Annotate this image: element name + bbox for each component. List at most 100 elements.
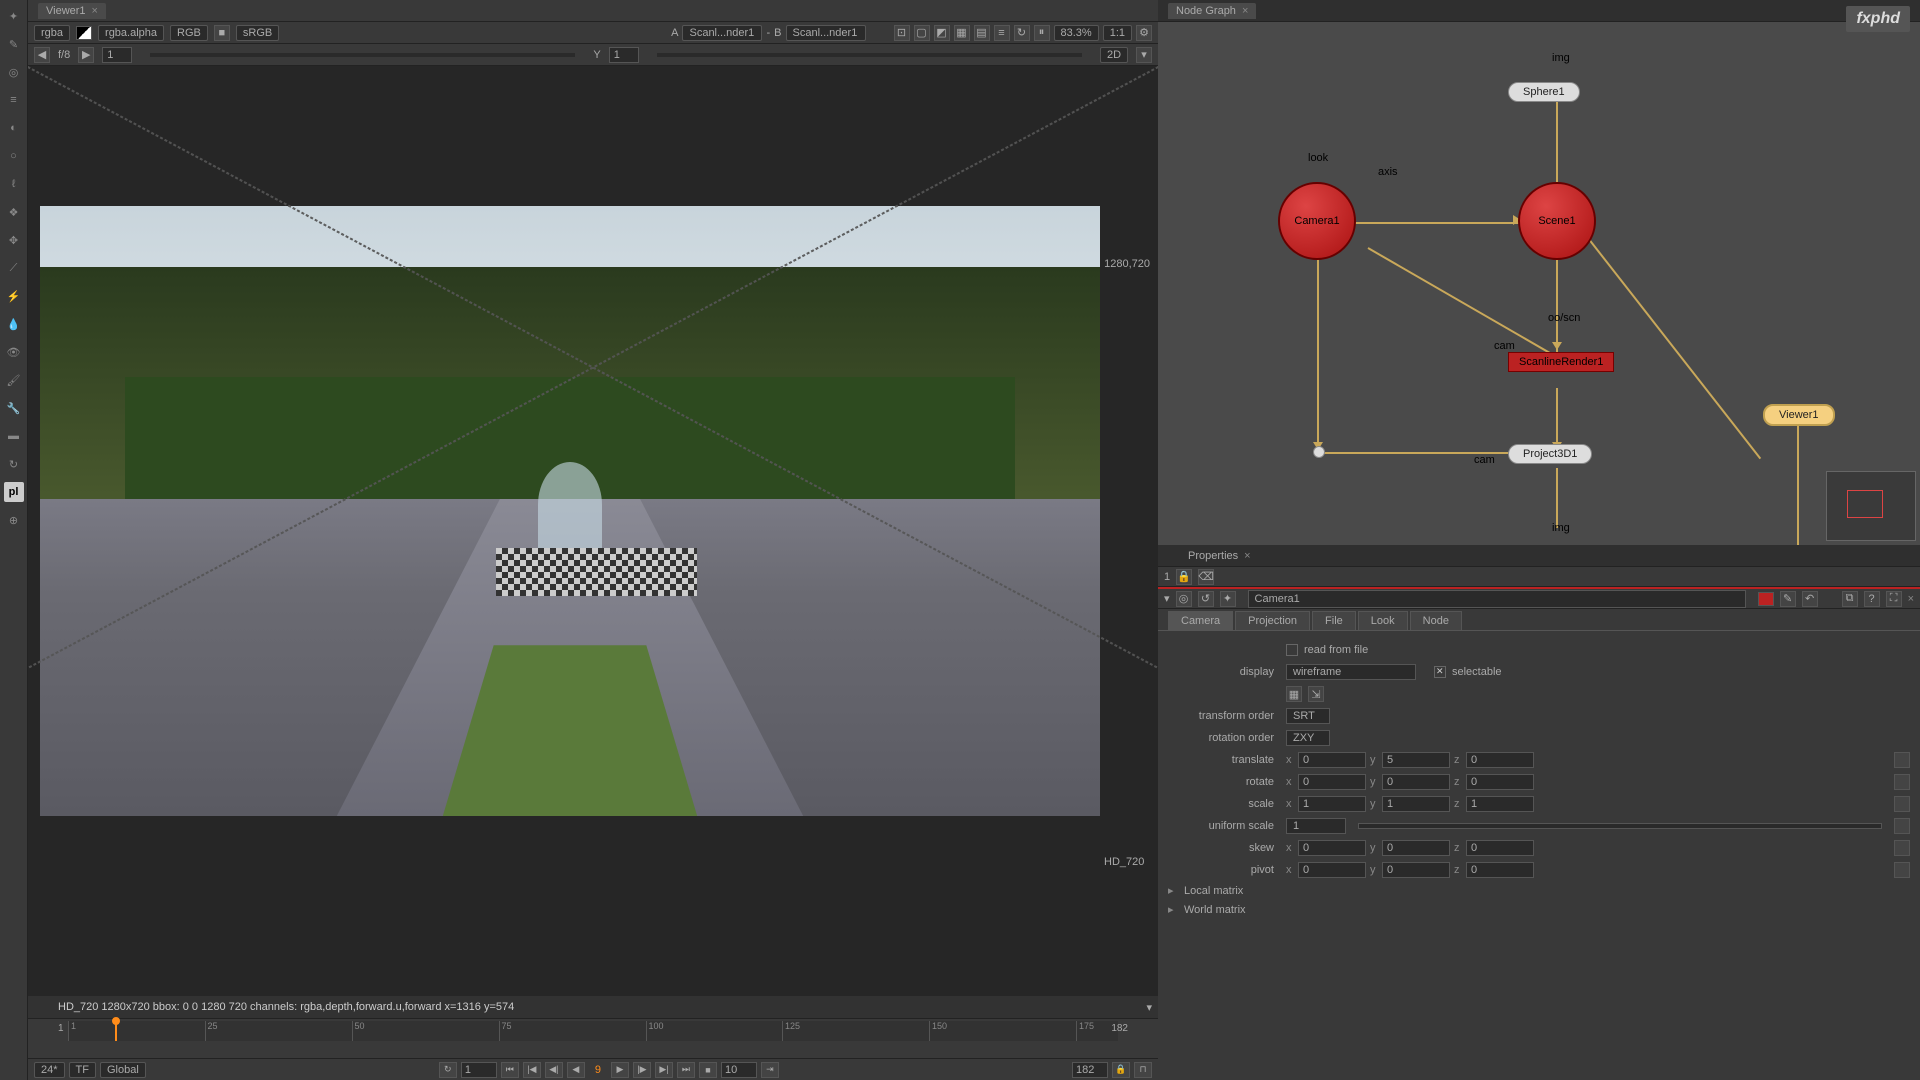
translate-x[interactable]: 0 (1298, 752, 1366, 768)
tab-file[interactable]: File (1312, 611, 1356, 630)
tab-look[interactable]: Look (1358, 611, 1408, 630)
anim-icon[interactable] (1894, 818, 1910, 834)
input-b-select[interactable]: Scanl...nder1 (786, 25, 866, 41)
clip-icon[interactable]: ⊡ (894, 25, 910, 41)
node-viewer[interactable]: Viewer1 (1763, 404, 1835, 426)
collapse-icon[interactable]: ▾ (1164, 592, 1170, 605)
input-a-select[interactable]: Scanl...nder1 (682, 25, 762, 41)
center-icon[interactable]: ◎ (1176, 591, 1192, 607)
stop-icon[interactable]: ■ (699, 1062, 717, 1078)
skew-y[interactable]: 0 (1382, 840, 1450, 856)
help-icon[interactable]: ? (1864, 591, 1880, 607)
transform-order-select[interactable]: SRT (1286, 708, 1330, 724)
help-reset-icon[interactable]: ↺ (1198, 591, 1214, 607)
anim-icon[interactable] (1894, 796, 1910, 812)
proxy-icon[interactable]: ▤ (974, 25, 990, 41)
channel-select[interactable]: rgba (34, 25, 70, 41)
prev-frame-icon[interactable]: ◀| (545, 1062, 563, 1078)
out-frame[interactable] (1072, 1062, 1108, 1078)
paint-icon[interactable]: 🖌 (4, 370, 24, 390)
rotation-order-select[interactable]: ZXY (1286, 730, 1330, 746)
in-frame[interactable] (461, 1062, 497, 1078)
maximize-icon[interactable]: ⛶ (1886, 591, 1902, 607)
scale-y[interactable]: 1 (1382, 796, 1450, 812)
node-name-field[interactable]: Camera1 (1248, 590, 1746, 608)
anim-icon[interactable] (1894, 774, 1910, 790)
viewmode-extra-icon[interactable]: ▾ (1136, 47, 1152, 63)
snap-icon[interactable]: ▦ (1286, 686, 1302, 702)
next-gain-icon[interactable]: ▶ (78, 47, 94, 63)
frame-input[interactable] (102, 47, 132, 63)
uniform-scale-slider[interactable] (1358, 823, 1882, 829)
ratio-select[interactable]: 1:1 (1103, 25, 1132, 41)
step-input[interactable] (721, 1062, 757, 1078)
lines-icon[interactable]: ≡ (4, 90, 24, 110)
lock-icon[interactable]: 🔒 (1112, 1062, 1130, 1078)
pen-icon[interactable]: ✎ (4, 34, 24, 54)
read-from-file-checkbox[interactable] (1286, 644, 1298, 656)
wrench-icon[interactable]: 🔧 (4, 398, 24, 418)
connect-icon[interactable]: ⟋ (4, 258, 24, 278)
close-icon[interactable]: × (1242, 5, 1248, 17)
close-icon[interactable]: × (92, 5, 98, 17)
timeline-cursor[interactable] (115, 1021, 117, 1041)
next-key-icon[interactable]: ▶| (655, 1062, 673, 1078)
last-frame-icon[interactable]: ⏭ (677, 1062, 695, 1078)
overscan-icon[interactable]: ▢ (914, 25, 930, 41)
node-graph-canvas[interactable]: img look axis oo/scn cam cam img Sphere1… (1158, 22, 1920, 545)
navigator[interactable] (1826, 471, 1916, 541)
skew-x[interactable]: 0 (1298, 840, 1366, 856)
rotate-x[interactable]: 0 (1298, 774, 1366, 790)
scale-x[interactable]: 1 (1298, 796, 1366, 812)
node-color-swatch[interactable] (1758, 592, 1774, 606)
next-frame-icon[interactable]: |▶ (633, 1062, 651, 1078)
timeline-track[interactable]: 1 25 50 75 100 125 150 175 (68, 1021, 1118, 1041)
sync-select[interactable]: Global (100, 1062, 146, 1078)
prev-gain-icon[interactable]: ◀ (34, 47, 50, 63)
anim-icon[interactable] (1894, 862, 1910, 878)
snap2-icon[interactable]: ⇲ (1308, 686, 1324, 702)
clear-all-icon[interactable]: ⌫ (1198, 569, 1214, 585)
rotate-z[interactable]: 0 (1466, 774, 1534, 790)
pivot-y[interactable]: 0 (1382, 862, 1450, 878)
move-icon[interactable]: ✥ (4, 230, 24, 250)
node-camera[interactable]: Camera1 (1278, 182, 1356, 260)
anim-icon[interactable] (1894, 840, 1910, 856)
drop-icon[interactable]: 💧 (4, 314, 24, 334)
wand-icon[interactable]: ✦ (1220, 591, 1236, 607)
world-matrix-row[interactable]: ▸ World matrix (1168, 900, 1910, 919)
pl-icon[interactable]: pl (4, 482, 24, 502)
prev-key-icon[interactable]: |◀ (523, 1062, 541, 1078)
refresh2-icon[interactable]: ↻ (1014, 25, 1030, 41)
target-icon[interactable]: ◎ (4, 62, 24, 82)
play-back-icon[interactable]: ◀ (567, 1062, 585, 1078)
node-scanline[interactable]: ScanlineRender1 (1508, 352, 1614, 372)
rotate-y[interactable]: 0 (1382, 774, 1450, 790)
bolt-icon[interactable]: ⚡ (4, 286, 24, 306)
fps-select[interactable]: 24* (34, 1062, 65, 1078)
expand-down-icon[interactable]: ▾ (1146, 1001, 1152, 1014)
globe-icon[interactable]: ⊕ (4, 510, 24, 530)
translate-y[interactable]: 5 (1382, 752, 1450, 768)
scale-z[interactable]: 1 (1466, 796, 1534, 812)
local-matrix-row[interactable]: ▸ Local matrix (1168, 881, 1910, 900)
display-select[interactable]: wireframe (1286, 664, 1416, 680)
circle-icon[interactable]: ○ (4, 146, 24, 166)
step-mode-icon[interactable]: ⇥ (761, 1062, 779, 1078)
loop-icon[interactable]: ↻ (439, 1062, 457, 1078)
selectable-checkbox[interactable] (1434, 666, 1446, 678)
anim-icon[interactable] (1894, 752, 1910, 768)
alpha-select[interactable]: rgba.alpha (98, 25, 164, 41)
brush-icon[interactable]: ℓ (4, 174, 24, 194)
range-icon[interactable]: ⊓ (1134, 1062, 1152, 1078)
close-icon[interactable]: × (1244, 550, 1250, 562)
pivot-z[interactable]: 0 (1466, 862, 1534, 878)
lines2-icon[interactable]: ≡ (994, 25, 1010, 41)
close-node-icon[interactable]: × (1908, 593, 1914, 605)
tab-node[interactable]: Node (1410, 611, 1462, 630)
sphere-icon[interactable]: ◐ (4, 118, 24, 138)
eye-icon[interactable]: 👁 (4, 342, 24, 362)
viewer-tab[interactable]: Viewer1 × (38, 3, 106, 19)
roi-icon[interactable]: ▦ (954, 25, 970, 41)
refresh-icon[interactable]: ↻ (4, 454, 24, 474)
